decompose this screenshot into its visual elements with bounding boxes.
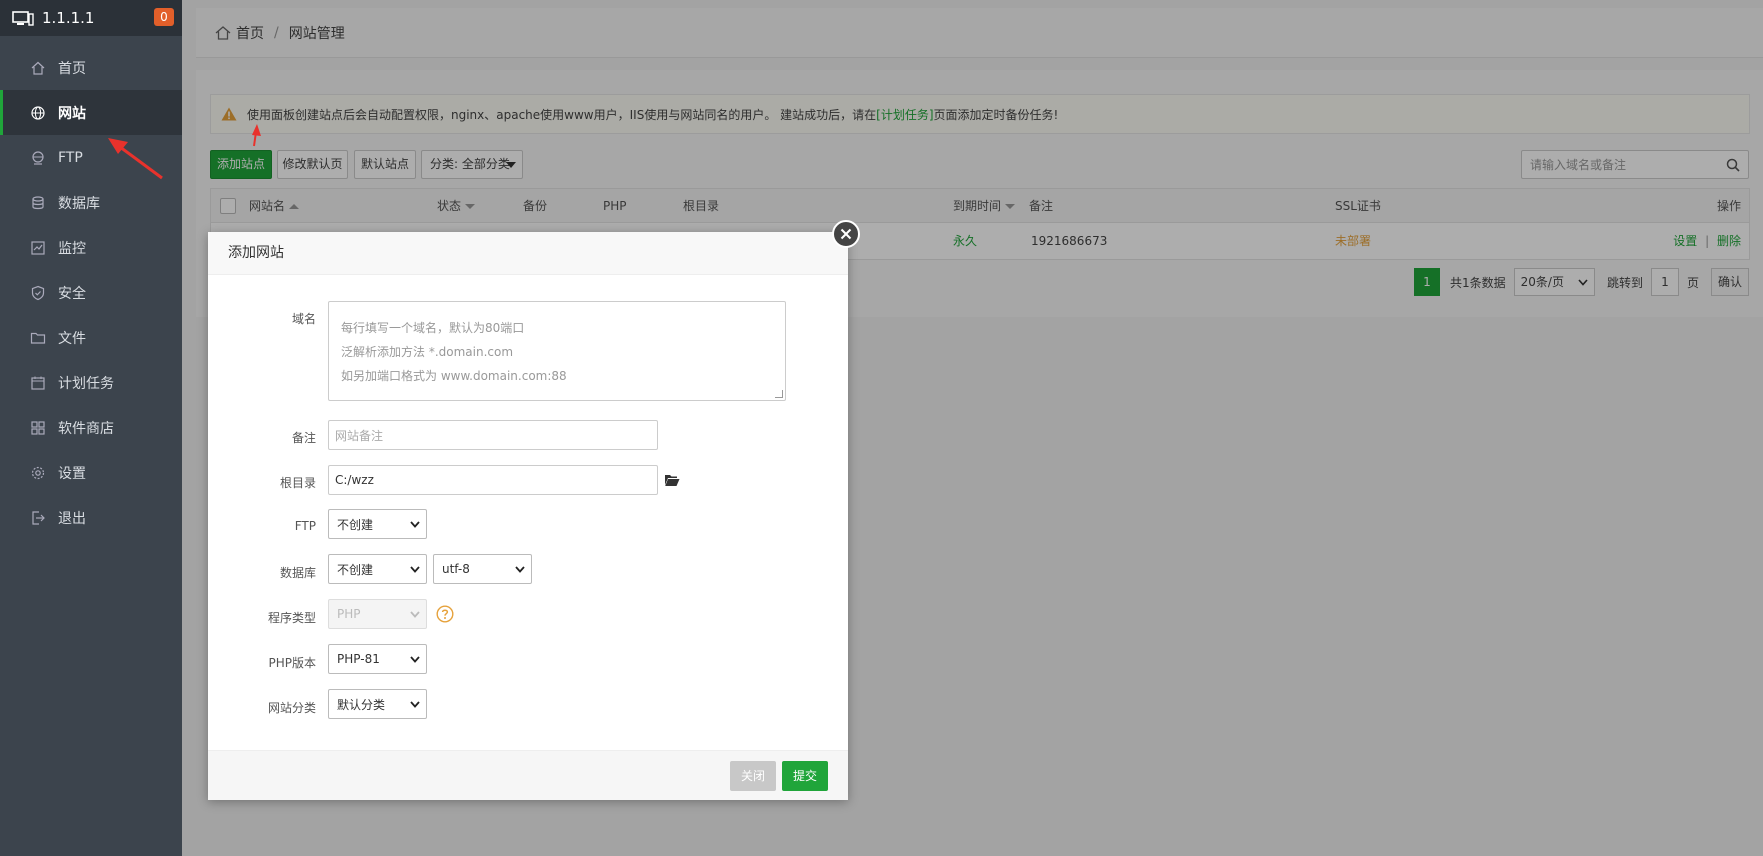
database-select[interactable]: 不创建 (328, 554, 427, 584)
help-icon[interactable] (436, 605, 454, 623)
server-monitor-icon (12, 10, 34, 26)
domain-label: 域名 (291, 312, 316, 326)
submit-button[interactable]: 提交 (782, 761, 828, 791)
database-charset-value: utf-8 (442, 562, 470, 576)
chevron-down-icon (410, 611, 420, 618)
close-dialog-button[interactable]: 关闭 (730, 761, 776, 791)
root-dir-value: C:/wzz (335, 473, 374, 487)
dialog-footer: 关闭 提交 (208, 750, 848, 800)
chevron-down-icon (410, 701, 420, 708)
site-category-label: 网站分类 (267, 701, 316, 715)
sidebar-item-website[interactable]: 网站 (0, 90, 182, 135)
ftp-select[interactable]: 不创建 (328, 509, 427, 539)
ftp-value: 不创建 (337, 517, 374, 532)
shield-icon (31, 285, 45, 300)
ftp-label: FTP (294, 519, 316, 533)
note-placeholder: 网站备注 (335, 428, 384, 443)
sidebar-item-files[interactable]: 文件 (0, 315, 182, 360)
sidebar-item-label: FTP (58, 149, 83, 166)
sidebar-item-database[interactable]: 数据库 (0, 180, 182, 225)
database-icon (32, 195, 44, 209)
dialog-title: 添加网站 (208, 232, 848, 275)
home-icon (31, 61, 45, 75)
database-label: 数据库 (279, 566, 316, 580)
php-version-select[interactable]: PHP-81 (328, 644, 427, 674)
sidebar-item-logout[interactable]: 退出 (0, 495, 182, 540)
sidebar-item-monitor[interactable]: 监控 (0, 225, 182, 270)
note-label: 备注 (291, 431, 316, 445)
php-version-label: PHP版本 (268, 656, 317, 670)
ftp-icon (32, 150, 44, 165)
sidebar-item-ftp[interactable]: FTP (0, 135, 182, 180)
root-dir-input[interactable]: C:/wzz (328, 465, 658, 495)
domain-placeholder-line: 每行填写一个域名，默认为80端口 (341, 321, 525, 335)
folder-open-icon[interactable] (664, 473, 680, 487)
calendar-icon (31, 376, 45, 390)
database-value: 不创建 (337, 562, 374, 577)
logout-icon (32, 510, 45, 525)
sidebar-item-label: 设置 (58, 465, 86, 482)
sidebar-item-label: 退出 (58, 510, 86, 527)
sidebar-item-home[interactable]: 首页 (0, 45, 182, 90)
grid-icon (31, 420, 45, 435)
domain-placeholder-line: 如另加端口格式为 www.domain.com:88 (341, 369, 567, 383)
close-icon[interactable] (832, 220, 860, 248)
database-charset-select[interactable]: utf-8 (433, 554, 532, 584)
program-type-select: PHP (328, 599, 427, 629)
sidebar: 1.1.1.1 0 首页 网站 FTP 数据库 监控 安全 文件 计划任务 软件… (0, 0, 182, 856)
sidebar-menu: 首页 网站 FTP 数据库 监控 安全 文件 计划任务 软件商店 设置 退出 (0, 45, 182, 540)
sidebar-item-label: 网站 (58, 105, 86, 122)
monitor-icon (31, 240, 45, 255)
sidebar-item-label: 计划任务 (58, 375, 114, 392)
sidebar-item-label: 安全 (58, 285, 86, 302)
chevron-down-icon (410, 656, 420, 663)
site-category-select[interactable]: 默认分类 (328, 689, 427, 719)
add-site-dialog: 添加网站 域名 每行填写一个域名，默认为80端口 泛解析添加方法 *.domai… (208, 232, 848, 800)
chevron-down-icon (515, 566, 525, 573)
chevron-down-icon (410, 566, 420, 573)
program-type-label: 程序类型 (267, 611, 316, 625)
program-type-value: PHP (337, 607, 361, 621)
notification-badge[interactable]: 0 (154, 8, 174, 26)
sidebar-item-label: 文件 (58, 330, 86, 347)
gear-icon (31, 466, 45, 479)
chevron-down-icon (410, 521, 420, 528)
folder-icon (30, 332, 46, 344)
domain-placeholder-line: 泛解析添加方法 *.domain.com (341, 345, 514, 359)
root-dir-label: 根目录 (279, 476, 316, 490)
sidebar-header: 1.1.1.1 0 (0, 0, 182, 36)
sidebar-item-security[interactable]: 安全 (0, 270, 182, 315)
sidebar-item-label: 首页 (58, 60, 86, 77)
resize-handle[interactable] (775, 390, 783, 398)
sidebar-item-label: 数据库 (58, 195, 100, 212)
note-input[interactable]: 网站备注 (328, 420, 658, 450)
sidebar-item-settings[interactable]: 设置 (0, 450, 182, 495)
server-host: 1.1.1.1 (42, 9, 95, 27)
php-version-value: PHP-81 (337, 652, 380, 666)
sidebar-item-store[interactable]: 软件商店 (0, 405, 182, 450)
sidebar-item-label: 监控 (58, 240, 86, 257)
sidebar-item-label: 软件商店 (58, 420, 114, 437)
sidebar-item-cron[interactable]: 计划任务 (0, 360, 182, 405)
domain-textarea[interactable]: 每行填写一个域名，默认为80端口 泛解析添加方法 *.domain.com 如另… (328, 301, 786, 401)
globe-icon (31, 105, 45, 120)
site-category-value: 默认分类 (337, 697, 386, 712)
